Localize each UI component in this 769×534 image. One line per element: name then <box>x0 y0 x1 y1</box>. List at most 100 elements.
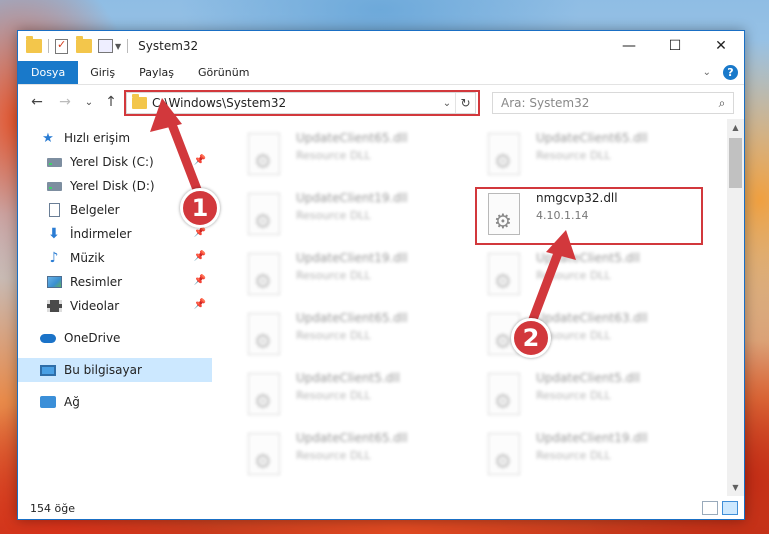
document-icon <box>46 203 62 217</box>
scroll-thumb[interactable] <box>729 138 742 188</box>
scroll-down-icon[interactable]: ▼ <box>727 479 744 496</box>
video-icon <box>46 299 62 313</box>
sidebar-item-local-disk-c[interactable]: Yerel Disk (C:) 📌 <box>18 150 212 174</box>
sidebar-item-label: Belgeler <box>70 203 120 217</box>
tiles-view-icon[interactable] <box>722 501 738 515</box>
file-name: UpdateClient5.dll <box>536 251 640 265</box>
address-bar[interactable]: C:\Windows\System32 ⌄ ↻ <box>126 92 476 114</box>
tab-home[interactable]: Giriş <box>78 61 127 84</box>
sidebar-item-local-disk-d[interactable]: Yerel Disk (D:) <box>18 174 212 198</box>
back-button[interactable]: ← <box>28 93 46 111</box>
pictures-icon <box>46 275 62 289</box>
search-input[interactable] <box>501 96 711 110</box>
sidebar-item-label: Ağ <box>64 395 80 409</box>
up-button[interactable]: ↑ <box>102 93 120 111</box>
close-button[interactable]: ✕ <box>698 31 744 61</box>
file-type: Resource DLL <box>536 269 611 282</box>
address-dropdown-icon[interactable]: ⌄ <box>439 98 455 109</box>
pin-icon[interactable]: 📌 <box>194 299 206 310</box>
file-name: UpdateClient63.dll <box>536 311 648 325</box>
file-name: UpdateClient65.dll <box>296 431 408 445</box>
file-type: Resource DLL <box>296 449 371 462</box>
search-box[interactable]: ⌕ <box>492 92 734 114</box>
navigation-pane: ★ Hızlı erişim Yerel Disk (C:) 📌 Yerel D… <box>18 126 212 496</box>
file-tile[interactable]: ⚙ UpdateClient5.dll Resource DLL <box>242 367 472 423</box>
file-tile[interactable]: ⚙ UpdateClient65.dll Resource DLL <box>242 307 472 363</box>
ribbon-tabs: Dosya Giriş Paylaş Görünüm ⌄ ? <box>18 61 744 85</box>
sidebar-item-this-pc[interactable]: Bu bilgisayar <box>18 358 212 382</box>
search-icon[interactable]: ⌕ <box>711 96 733 111</box>
customize-icon[interactable] <box>98 39 113 53</box>
music-icon: ♪ <box>49 250 59 266</box>
step-badge-1: 1 <box>180 188 220 228</box>
sidebar-item-network[interactable]: Ağ <box>18 390 212 414</box>
vertical-scrollbar[interactable]: ▲ ▼ <box>727 119 744 496</box>
tab-file[interactable]: Dosya <box>18 61 79 84</box>
toolbar-separator <box>127 39 129 53</box>
scroll-up-icon[interactable]: ▲ <box>727 119 744 136</box>
network-icon <box>40 395 56 409</box>
sidebar-item-label: Hızlı erişim <box>64 131 131 145</box>
dll-file-icon: ⚙ <box>482 433 524 479</box>
recent-locations-button[interactable]: ⌄ <box>80 93 98 111</box>
pin-icon[interactable]: 📌 <box>194 251 206 262</box>
quick-access-toolbar: ▼ System32 <box>18 31 198 61</box>
file-type: Resource DLL <box>296 209 371 222</box>
sidebar-item-quick-access[interactable]: ★ Hızlı erişim <box>18 126 212 150</box>
details-view-icon[interactable] <box>702 501 718 515</box>
expand-ribbon-icon[interactable]: ⌄ <box>703 67 711 78</box>
file-name: UpdateClient5.dll <box>296 371 400 385</box>
file-tile[interactable]: ⚙ UpdateClient19.dll Resource DLL <box>482 427 712 483</box>
file-name: UpdateClient19.dll <box>296 251 408 265</box>
dll-file-icon: ⚙ <box>242 193 284 239</box>
download-icon: ⬇ <box>48 226 60 242</box>
pin-icon[interactable]: 📌 <box>194 227 206 238</box>
sidebar-item-label: Yerel Disk (C:) <box>70 155 154 169</box>
file-tile[interactable]: ⚙ UpdateClient19.dll Resource DLL <box>242 187 472 243</box>
sidebar-item-label: Resimler <box>70 275 123 289</box>
file-name: UpdateClient65.dll <box>536 131 648 145</box>
file-tile[interactable]: ⚙ UpdateClient19.dll Resource DLL <box>242 247 472 303</box>
window-title: System32 <box>138 39 199 53</box>
status-bar: 154 öğe <box>18 497 744 519</box>
folder-icon <box>26 36 42 53</box>
dll-file-icon: ⚙ <box>482 133 524 179</box>
properties-check-icon[interactable] <box>55 38 68 54</box>
sidebar-item-label: Müzik <box>70 251 105 265</box>
minimize-button[interactable]: — <box>606 31 652 61</box>
forward-button[interactable]: → <box>56 93 74 111</box>
file-type: Resource DLL <box>536 149 611 162</box>
file-tile[interactable]: ⚙ UpdateClient5.dll Resource DLL <box>482 367 712 423</box>
file-tile[interactable]: ⚙ UpdateClient5.dll Resource DLL <box>482 247 712 303</box>
pin-icon[interactable]: 📌 <box>194 275 206 286</box>
toolbar-separator <box>48 39 49 53</box>
tab-share[interactable]: Paylaş <box>127 61 186 84</box>
help-icon[interactable]: ? <box>723 65 738 80</box>
file-type: Resource DLL <box>536 389 611 402</box>
star-icon: ★ <box>42 130 54 146</box>
maximize-button[interactable]: ☐ <box>652 31 698 61</box>
sidebar-item-downloads[interactable]: ⬇ İndirmeler 📌 <box>18 222 212 246</box>
refresh-button[interactable]: ↻ <box>455 93 475 113</box>
sidebar-item-label: Bu bilgisayar <box>64 363 142 377</box>
file-type: Resource DLL <box>296 329 371 342</box>
address-path[interactable]: C:\Windows\System32 <box>152 96 439 110</box>
sidebar-item-onedrive[interactable]: OneDrive <box>18 326 212 350</box>
dll-file-icon: ⚙ <box>242 133 284 179</box>
new-folder-icon[interactable] <box>76 36 92 53</box>
drive-icon <box>46 179 62 193</box>
file-tile[interactable]: ⚙ UpdateClient65.dll Resource DLL <box>242 127 472 183</box>
computer-icon <box>40 363 56 377</box>
pin-icon[interactable]: 📌 <box>194 155 206 166</box>
tab-view[interactable]: Görünüm <box>186 61 261 84</box>
sidebar-item-pictures[interactable]: Resimler 📌 <box>18 270 212 294</box>
sidebar-item-videos[interactable]: Videolar 📌 <box>18 294 212 318</box>
sidebar-item-label: Videolar <box>70 299 120 313</box>
file-tile[interactable]: ⚙ UpdateClient65.dll Resource DLL <box>242 427 472 483</box>
sidebar-item-label: İndirmeler <box>70 227 132 241</box>
sidebar-item-music[interactable]: ♪ Müzik 📌 <box>18 246 212 270</box>
file-tile[interactable]: ⚙ UpdateClient65.dll Resource DLL <box>482 127 712 183</box>
chevron-down-icon[interactable]: ▼ <box>115 42 121 51</box>
